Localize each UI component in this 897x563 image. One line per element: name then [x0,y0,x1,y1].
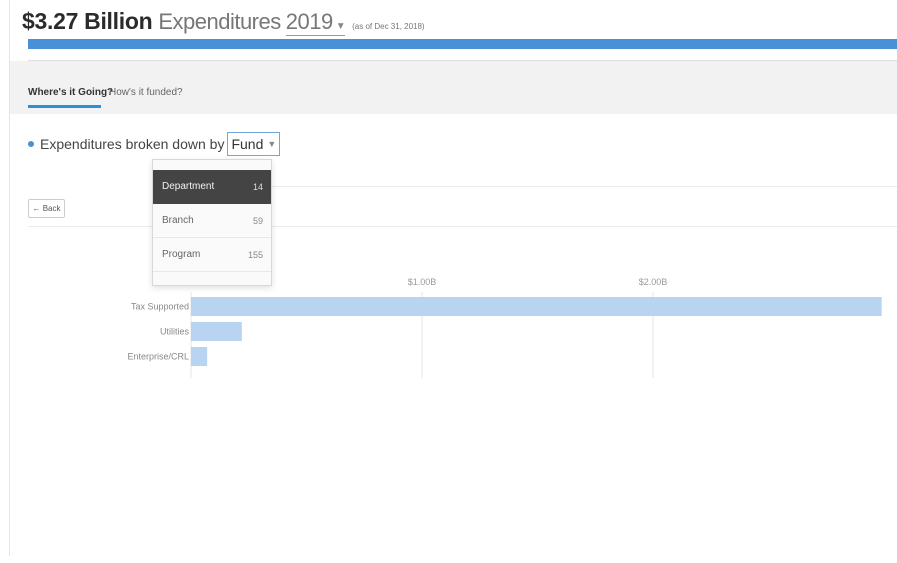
bullet-icon [28,141,34,147]
option-count: 14 [252,181,263,192]
breakdown-label: Expenditures broken down by [40,136,225,152]
option-label: Department [162,181,215,192]
breakdown-dropdown-menu: Department 14 Branch 59 Program 155 [152,159,272,286]
breakdown-row: Expenditures broken down by Fund ▼ [28,132,281,156]
tab-hows-it-funded[interactable]: How's it funded? [109,87,183,98]
total-progress-bar [28,39,897,49]
chevron-down-icon: ▼ [335,21,346,32]
tab-wheres-it-going[interactable]: Where's it Going? [28,87,113,98]
chevron-down-icon: ▼ [267,139,277,149]
dropdown-option-program[interactable]: Program 155 [153,238,271,272]
year-value: 2019 [285,9,333,34]
year-select[interactable]: 2019 ▼ [285,9,346,36]
as-of-date: (as of Dec 31, 2018) [352,22,425,31]
breakdown-select[interactable]: Fund ▼ [227,132,281,156]
active-tab-indicator [28,105,101,108]
option-label: Branch [162,215,194,226]
option-count: 155 [247,249,263,260]
breakdown-select-value: Fund [231,136,264,152]
dropdown-option-branch[interactable]: Branch 59 [153,204,271,238]
back-button[interactable]: ← Back [28,199,65,218]
summary-header: $3.27 Billion Expenditures 2019 ▼ (as of… [22,8,425,36]
total-amount: $3.27 Billion [22,8,153,34]
divider [272,186,897,187]
option-count: 59 [252,215,263,226]
dropdown-option-department[interactable]: Department 14 [153,170,271,204]
option-label: Program [162,249,201,260]
expenditures-label: Expenditures [158,9,281,34]
